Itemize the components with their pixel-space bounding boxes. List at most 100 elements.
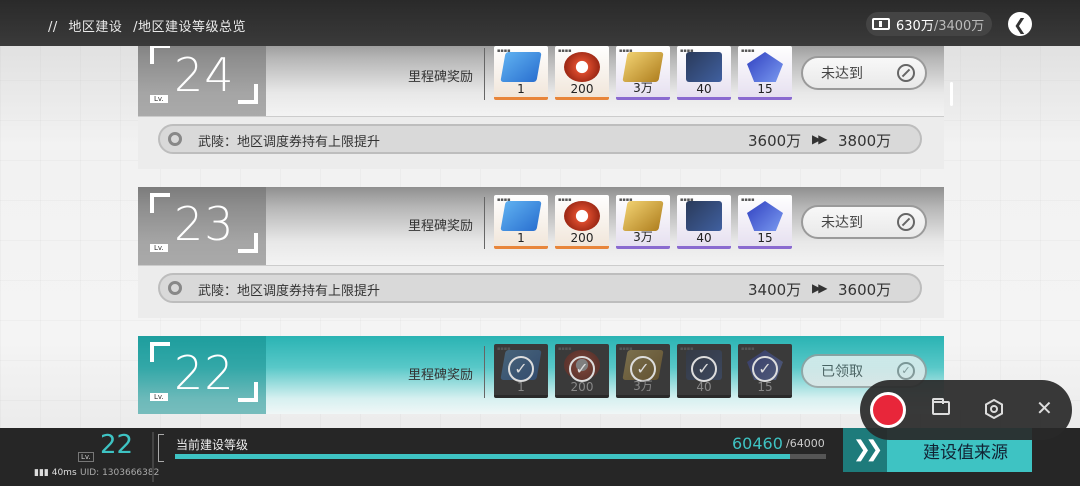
claim-status-button[interactable]: 未达到 bbox=[801, 56, 927, 90]
breadcrumb-level-overview: /地区建设等级总览 bbox=[133, 20, 246, 35]
reward-item[interactable]: ▪▪▪▪ 15 bbox=[738, 195, 792, 249]
ticket-blue-icon bbox=[500, 201, 542, 231]
level-number: 24 bbox=[174, 48, 235, 102]
currency-current: 630万 bbox=[896, 18, 934, 34]
reward-item[interactable]: ▪▪▪▪ ✓ 1 bbox=[494, 344, 548, 398]
reward-item[interactable]: ▪▪▪▪ 15 bbox=[738, 46, 792, 100]
reward-item[interactable]: ▪▪▪▪ ✓ 15 bbox=[738, 344, 792, 398]
claim-status-label: 已领取 bbox=[821, 364, 863, 380]
level-list[interactable]: 24 Lv. 里程碑奖励 ▪▪▪▪ 1 ▪▪▪▪ 200 ▪▪▪▪ 3万 ▪▪▪… bbox=[138, 46, 944, 428]
level-badge: 24 Lv. bbox=[138, 46, 266, 116]
ping-indicator: ▮▮▮ 40ms bbox=[34, 468, 77, 478]
progress-track bbox=[175, 454, 826, 459]
double-arrow-right-icon: ▶▶ bbox=[812, 281, 828, 295]
item-tag: ▪▪▪▪ bbox=[558, 346, 572, 352]
gear-red-icon bbox=[564, 52, 600, 82]
close-icon[interactable]: ✕ bbox=[1036, 398, 1053, 418]
reward-qty: 1 bbox=[517, 380, 525, 394]
prohibited-icon bbox=[897, 213, 915, 231]
level-tag: Lv. bbox=[150, 95, 168, 103]
reward-qty: 40 bbox=[696, 231, 712, 245]
gear-red-icon bbox=[564, 201, 600, 231]
ticket-gold-icon bbox=[622, 52, 664, 82]
ping-value: 40ms bbox=[51, 468, 77, 478]
item-tag: ▪▪▪▪ bbox=[741, 48, 755, 54]
bonus-pill: 武陵：地区调度券持有上限提升 3600万 ▶▶ 3800万 bbox=[158, 124, 922, 154]
breadcrumb: // 地区建设 /地区建设等级总览 bbox=[48, 16, 252, 35]
reward-item[interactable]: ▪▪▪▪ ✓ 3万 bbox=[616, 344, 670, 398]
bracket-decoration bbox=[150, 193, 170, 213]
reward-divider bbox=[484, 48, 485, 100]
ticket-gold-icon bbox=[622, 201, 664, 231]
level-card: 24 Lv. 里程碑奖励 ▪▪▪▪ 1 ▪▪▪▪ 200 ▪▪▪▪ 3万 ▪▪▪… bbox=[138, 46, 944, 177]
bottom-divider bbox=[152, 432, 154, 482]
uid-label: UID: 1303666382 bbox=[80, 468, 160, 478]
crystal-blue-icon bbox=[747, 201, 783, 231]
top-bar: // 地区建设 /地区建设等级总览 630万 /3400万 ❮ bbox=[0, 0, 1080, 46]
reward-item[interactable]: ▪▪▪▪ 200 bbox=[555, 46, 609, 100]
back-button[interactable]: ❮ bbox=[1008, 12, 1032, 36]
dispatch-ticket-icon bbox=[872, 18, 890, 30]
dispatch-ticket-counter[interactable]: 630万 /3400万 bbox=[866, 12, 993, 36]
reward-item[interactable]: ▪▪▪▪ 1 bbox=[494, 46, 548, 100]
item-tag: ▪▪▪▪ bbox=[741, 197, 755, 203]
reward-item[interactable]: ▪▪▪▪ ✓ 40 bbox=[677, 344, 731, 398]
bracket-decoration bbox=[238, 382, 258, 402]
prohibited-icon bbox=[897, 64, 915, 82]
milestone-reward-label: 里程碑奖励 bbox=[408, 70, 474, 85]
level-card-header: 24 Lv. 里程碑奖励 ▪▪▪▪ 1 ▪▪▪▪ 200 ▪▪▪▪ 3万 ▪▪▪… bbox=[138, 46, 944, 116]
bracket-decoration bbox=[238, 84, 258, 104]
arrow-left-icon: ❮ bbox=[1013, 14, 1027, 34]
scrollbar-thumb[interactable] bbox=[950, 82, 953, 106]
progress-max: /64000 bbox=[786, 437, 825, 450]
record-button[interactable] bbox=[870, 392, 906, 428]
level-number: 23 bbox=[174, 197, 235, 251]
bracket-decoration bbox=[150, 342, 170, 362]
bracket-decoration bbox=[158, 434, 164, 462]
build-source-label: 建设值来源 bbox=[923, 442, 1008, 463]
chip-dark-icon bbox=[686, 52, 722, 82]
reward-divider bbox=[484, 197, 485, 249]
level-bonus-row: 武陵：地区调度券持有上限提升 3400万 ▶▶ 3600万 bbox=[138, 265, 944, 318]
breadcrumb-region-build[interactable]: 地区建设 bbox=[68, 20, 122, 35]
reward-item[interactable]: ▪▪▪▪ 1 bbox=[494, 195, 548, 249]
check-icon: ✓ bbox=[752, 356, 778, 382]
claim-status-button[interactable]: 未达到 bbox=[801, 205, 927, 239]
reward-qty: 200 bbox=[570, 82, 594, 96]
bonus-text: 武陵：地区调度券持有上限提升 bbox=[198, 284, 381, 299]
item-tag: ▪▪▪▪ bbox=[558, 197, 572, 203]
reward-divider bbox=[484, 346, 485, 398]
ticket-blue-icon bbox=[500, 52, 542, 82]
bonus-to: 3600万 bbox=[838, 281, 892, 299]
reward-item[interactable]: ▪▪▪▪ 40 bbox=[677, 46, 731, 100]
reward-qty: 200 bbox=[570, 380, 594, 394]
reward-items: ▪▪▪▪ ✓ 1 ▪▪▪▪ ✓ 200 ▪▪▪▪ ✓ 3万 ▪▪▪▪ ✓ 40 … bbox=[494, 344, 792, 398]
reward-item[interactable]: ▪▪▪▪ 40 bbox=[677, 195, 731, 249]
check-icon: ✓ bbox=[569, 356, 595, 382]
reward-item[interactable]: ▪▪▪▪ 200 bbox=[555, 195, 609, 249]
reward-qty: 3万 bbox=[633, 230, 653, 244]
level-tag: Lv. bbox=[150, 393, 168, 401]
reward-qty: 15 bbox=[757, 231, 773, 245]
milestone-reward-label: 里程碑奖励 bbox=[408, 219, 474, 234]
reward-item[interactable]: ▪▪▪▪ 3万 bbox=[616, 46, 670, 100]
radio-dot-icon bbox=[168, 132, 182, 146]
reward-qty: 3万 bbox=[633, 81, 653, 95]
settings-icon[interactable] bbox=[984, 399, 1004, 419]
reward-items: ▪▪▪▪ 1 ▪▪▪▪ 200 ▪▪▪▪ 3万 ▪▪▪▪ 40 ▪▪▪▪ 15 bbox=[494, 46, 792, 100]
level-card: 22 Lv. 里程碑奖励 ▪▪▪▪ ✓ 1 ▪▪▪▪ ✓ 200 ▪▪▪▪ ✓ … bbox=[138, 336, 944, 428]
bonus-from: 3400万 bbox=[748, 281, 802, 299]
reward-items: ▪▪▪▪ 1 ▪▪▪▪ 200 ▪▪▪▪ 3万 ▪▪▪▪ 40 ▪▪▪▪ 15 bbox=[494, 195, 792, 249]
crystal-blue-icon bbox=[747, 52, 783, 82]
level-number: 22 bbox=[174, 346, 235, 400]
currency-cap: /3400万 bbox=[933, 18, 985, 34]
bracket-decoration bbox=[150, 46, 170, 64]
reward-item[interactable]: ▪▪▪▪ 3万 bbox=[616, 195, 670, 249]
signal-icon: ▮▮▮ bbox=[34, 468, 52, 478]
level-card-header: 22 Lv. 里程碑奖励 ▪▪▪▪ ✓ 1 ▪▪▪▪ ✓ 200 ▪▪▪▪ ✓ … bbox=[138, 336, 944, 414]
reward-item[interactable]: ▪▪▪▪ ✓ 200 bbox=[555, 344, 609, 398]
level-tag: Lv. bbox=[150, 244, 168, 252]
item-tag: ▪▪▪▪ bbox=[741, 346, 755, 352]
folder-icon[interactable] bbox=[932, 398, 950, 415]
reward-qty: 15 bbox=[757, 82, 773, 96]
